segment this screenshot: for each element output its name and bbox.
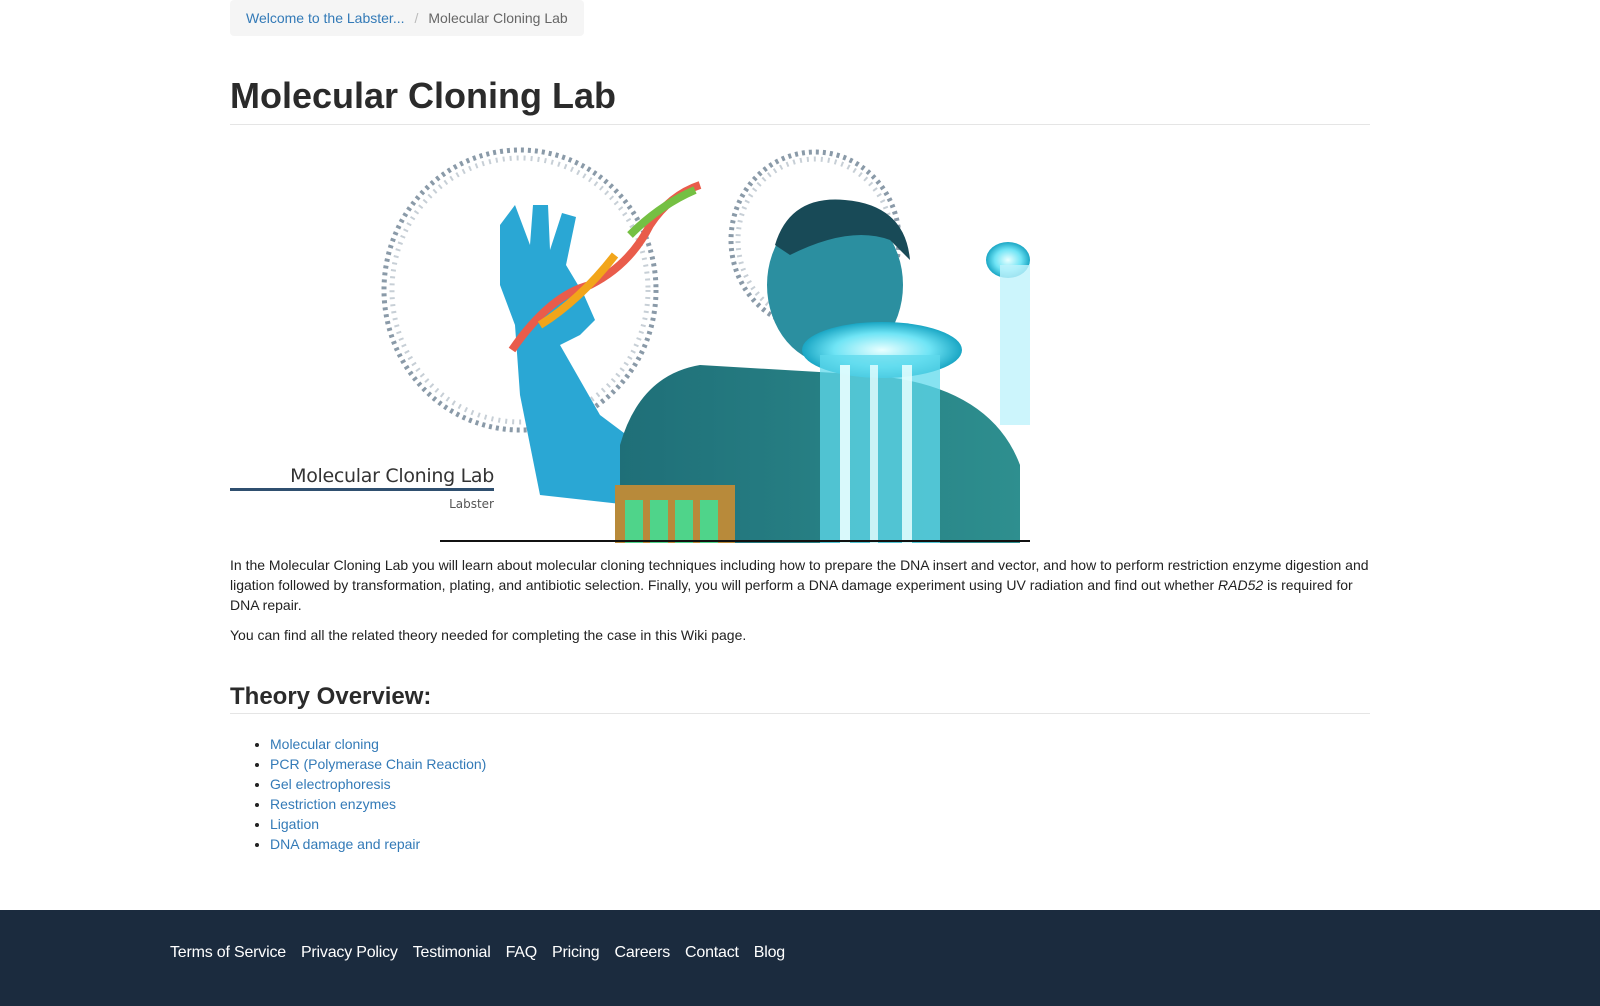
theory-link-restriction-enzymes[interactable]: Restriction enzymes	[270, 796, 396, 812]
list-item: DNA damage and repair	[270, 834, 1370, 854]
page-title: Molecular Cloning Lab	[230, 76, 1370, 125]
hero-image: Molecular Cloning Lab Labster	[230, 144, 1030, 543]
footer-link-terms[interactable]: Terms of Service	[170, 944, 286, 962]
hero-caption-title: Molecular Cloning Lab	[290, 464, 494, 487]
theory-link-pcr[interactable]: PCR (Polymerase Chain Reaction)	[270, 756, 486, 772]
intro-text-start: In the Molecular Cloning Lab you will le…	[230, 556, 1369, 593]
list-item: Ligation	[270, 814, 1370, 834]
breadcrumb-home-link[interactable]: Welcome to the Labster...	[246, 10, 405, 26]
theory-heading: Theory Overview:	[230, 683, 1370, 714]
footer-link-contact[interactable]: Contact	[685, 944, 739, 962]
list-item: PCR (Polymerase Chain Reaction)	[270, 754, 1370, 774]
theory-link-gel-electrophoresis[interactable]: Gel electrophoresis	[270, 776, 391, 792]
footer-link-testimonial[interactable]: Testimonial	[413, 944, 491, 962]
list-item: Gel electrophoresis	[270, 774, 1370, 794]
breadcrumb: Welcome to the Labster... / Molecular Cl…	[230, 0, 584, 36]
gene-name: RAD52	[1218, 576, 1264, 593]
footer-link-careers[interactable]: Careers	[615, 944, 671, 962]
footer-link-privacy[interactable]: Privacy Policy	[301, 944, 398, 962]
footer: Terms of Service Privacy Policy Testimon…	[0, 910, 1600, 1006]
list-item: Molecular cloning	[270, 734, 1370, 754]
footer-link-faq[interactable]: FAQ	[506, 944, 538, 962]
hero-caption-subtitle: Labster	[449, 496, 494, 511]
footer-link-pricing[interactable]: Pricing	[552, 944, 600, 962]
intro-paragraph: In the Molecular Cloning Lab you will le…	[230, 555, 1370, 615]
theory-list: Molecular cloning PCR (Polymerase Chain …	[230, 734, 1370, 854]
theory-link-dna-damage[interactable]: DNA damage and repair	[270, 836, 420, 852]
wiki-paragraph: You can find all the related theory need…	[230, 626, 747, 643]
main-content: Welcome to the Labster... / Molecular Cl…	[230, 0, 1370, 854]
breadcrumb-separator: /	[414, 10, 419, 26]
footer-link-blog[interactable]: Blog	[754, 944, 785, 962]
footer-links: Terms of Service Privacy Policy Testimon…	[170, 944, 800, 962]
hero-caption: Molecular Cloning Lab	[230, 465, 494, 491]
theory-link-molecular-cloning[interactable]: Molecular cloning	[270, 736, 379, 752]
breadcrumb-current: Molecular Cloning Lab	[428, 10, 568, 26]
page: Welcome to the Labster... / Molecular Cl…	[0, 0, 1600, 1006]
theory-link-ligation[interactable]: Ligation	[270, 816, 319, 832]
list-item: Restriction enzymes	[270, 794, 1370, 814]
